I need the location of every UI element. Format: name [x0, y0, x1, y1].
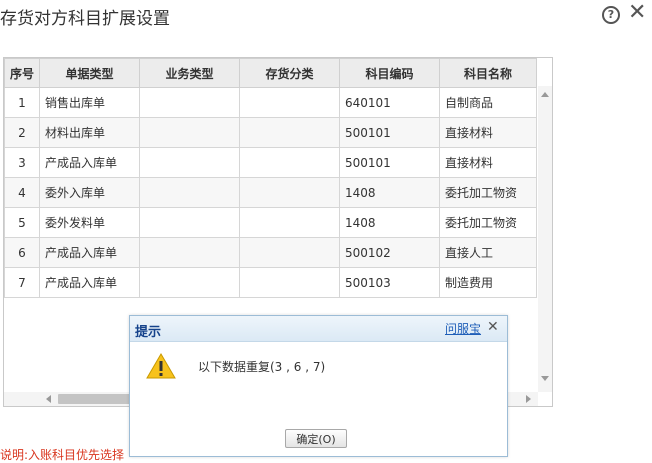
cell-subject-name[interactable]: 委托加工物资: [439, 177, 537, 208]
cell-seq: 2: [4, 117, 40, 148]
cell-stock-class[interactable]: [239, 87, 340, 118]
dialog-title: 提示: [135, 325, 162, 340]
table-row[interactable]: 3 产成品入库单 500101 直接材料: [4, 147, 537, 178]
cell-subject-name[interactable]: 直接人工: [439, 237, 537, 268]
col-header-subject-name[interactable]: 科目名称: [439, 58, 537, 88]
cell-stock-class[interactable]: [239, 177, 340, 208]
table-row[interactable]: 4 委外入库单 1408 委托加工物资: [4, 177, 537, 208]
table-row[interactable]: 7 产成品入库单 500103 制造费用: [4, 267, 537, 298]
cell-subject-code[interactable]: 500101: [339, 147, 440, 178]
cell-subject-code[interactable]: 1408: [339, 177, 440, 208]
table-header-row: 序号 单据类型 业务类型 存货分类 科目编码 科目名称: [4, 58, 537, 88]
table-row[interactable]: 1 销售出库单 640101 自制商品: [4, 87, 537, 118]
scroll-down-icon[interactable]: [541, 376, 549, 381]
dialog-header: 提示 问服宝 ✕: [130, 316, 507, 342]
close-icon[interactable]: ✕: [628, 2, 646, 24]
dialog-message: 以下数据重复(3 , 6 , 7): [198, 360, 326, 374]
cell-subject-name[interactable]: 自制商品: [439, 87, 537, 118]
col-header-doc-type[interactable]: 单据类型: [39, 58, 140, 88]
cell-stock-class[interactable]: [239, 237, 340, 268]
cell-subject-code[interactable]: 500102: [339, 237, 440, 268]
col-header-biz-type[interactable]: 业务类型: [139, 58, 240, 88]
cell-seq: 1: [4, 87, 40, 118]
cell-biz-type[interactable]: [139, 147, 240, 178]
cell-seq: 3: [4, 147, 40, 178]
cell-biz-type[interactable]: [139, 267, 240, 298]
col-header-subject-code[interactable]: 科目编码: [339, 58, 440, 88]
table-row[interactable]: 5 委外发料单 1408 委托加工物资: [4, 207, 537, 238]
cell-subject-name[interactable]: 制造费用: [439, 267, 537, 298]
table-row[interactable]: 6 产成品入库单 500102 直接人工: [4, 237, 537, 268]
cell-doc-type[interactable]: 产成品入库单: [39, 237, 140, 268]
cell-biz-type[interactable]: [139, 117, 240, 148]
cell-seq: 7: [4, 267, 40, 298]
scroll-up-icon[interactable]: [541, 92, 549, 97]
col-header-seq[interactable]: 序号: [4, 58, 40, 88]
subject-table: 序号 单据类型 业务类型 存货分类 科目编码 科目名称 1 销售出库单 6401…: [4, 58, 537, 298]
cell-seq: 4: [4, 177, 40, 208]
cell-subject-code[interactable]: 500103: [339, 267, 440, 298]
cell-subject-name[interactable]: 直接材料: [439, 117, 537, 148]
table-row[interactable]: 2 材料出库单 500101 直接材料: [4, 117, 537, 148]
col-header-stock-class[interactable]: 存货分类: [239, 58, 340, 88]
cell-doc-type[interactable]: 产成品入库单: [39, 147, 140, 178]
cell-stock-class[interactable]: [239, 267, 340, 298]
scrollbar-thumb[interactable]: [58, 394, 138, 404]
cell-subject-name[interactable]: 直接材料: [439, 147, 537, 178]
cell-biz-type[interactable]: [139, 207, 240, 238]
cell-doc-type[interactable]: 委外入库单: [39, 177, 140, 208]
cell-subject-name[interactable]: 委托加工物资: [439, 207, 537, 238]
cell-doc-type[interactable]: 销售出库单: [39, 87, 140, 118]
cell-stock-class[interactable]: [239, 117, 340, 148]
help-icon[interactable]: ?: [602, 6, 620, 24]
cell-subject-code[interactable]: 500101: [339, 117, 440, 148]
cell-biz-type[interactable]: [139, 87, 240, 118]
warning-icon: [146, 353, 176, 379]
cell-stock-class[interactable]: [239, 207, 340, 238]
cell-seq: 5: [4, 207, 40, 238]
cell-doc-type[interactable]: 产成品入库单: [39, 267, 140, 298]
help-link[interactable]: 问服宝: [445, 320, 481, 337]
title-bar: 存货对方科目扩展设置 ? ✕: [0, 0, 652, 30]
vertical-scrollbar[interactable]: [538, 86, 552, 392]
cell-biz-type[interactable]: [139, 177, 240, 208]
window-title: 存货对方科目扩展设置: [0, 9, 170, 29]
scroll-left-icon[interactable]: [46, 395, 51, 403]
scroll-right-icon[interactable]: [526, 395, 531, 403]
cell-seq: 6: [4, 237, 40, 268]
cell-subject-code[interactable]: 640101: [339, 87, 440, 118]
cell-subject-code[interactable]: 1408: [339, 207, 440, 238]
ok-button[interactable]: 确定(O): [285, 429, 347, 448]
cell-stock-class[interactable]: [239, 147, 340, 178]
cell-doc-type[interactable]: 委外发料单: [39, 207, 140, 238]
dialog-close-icon[interactable]: ✕: [487, 319, 499, 335]
alert-dialog: 提示 问服宝 ✕ 以下数据重复(3 , 6 , 7) 确定(O): [129, 315, 508, 457]
cell-doc-type[interactable]: 材料出库单: [39, 117, 140, 148]
cell-biz-type[interactable]: [139, 237, 240, 268]
